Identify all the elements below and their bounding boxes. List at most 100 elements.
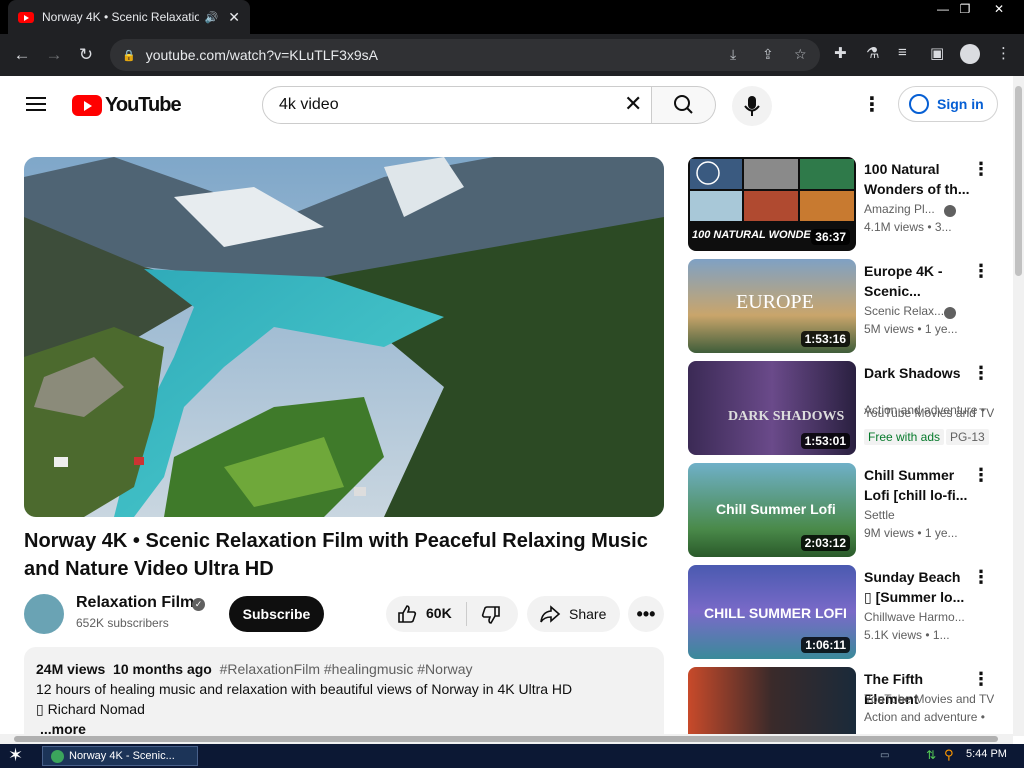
- voice-search-button[interactable]: [732, 86, 772, 126]
- recommendation-title[interactable]: Chill Summer Lofi [chill lo-fi...: [864, 465, 972, 505]
- logo-text: YouTube: [105, 94, 182, 116]
- forward-icon[interactable]: →: [38, 45, 70, 65]
- recommendation-item[interactable]: Chill Summer Lofi 2:03:12 Chill Summer L…: [688, 463, 1008, 557]
- duration-badge: 1:53:16: [800, 331, 850, 347]
- sign-in-button[interactable]: Sign in: [898, 86, 998, 122]
- search-input[interactable]: 4k video: [262, 86, 652, 124]
- share-label: Share: [569, 606, 607, 622]
- youtube-logo[interactable]: YouTube: [72, 94, 182, 117]
- recommendation-views: 5.1K views • 1...: [864, 628, 950, 642]
- video-thumbnail[interactable]: [688, 667, 856, 734]
- search-button[interactable]: [652, 86, 716, 124]
- video-thumbnail[interactable]: EUROPE 1:53:16: [688, 259, 856, 353]
- more-actions-button[interactable]: •••: [628, 596, 664, 632]
- verified-check-icon: [944, 307, 956, 319]
- like-dislike-group: 60K: [386, 596, 518, 632]
- browser-tab[interactable]: Norway 4K • Scenic Relaxation 🔊 ✕: [8, 0, 250, 34]
- description-box[interactable]: 24M views 10 months ago #RelaxationFilm …: [24, 647, 664, 747]
- duration-badge: 2:03:12: [800, 535, 850, 551]
- install-icon[interactable]: ⤓: [730, 46, 736, 63]
- hashtags[interactable]: #RelaxationFilm #healingmusic #Norway: [220, 661, 473, 677]
- channel-avatar[interactable]: [24, 594, 64, 634]
- clear-search-icon[interactable]: ✕: [624, 92, 642, 116]
- thumbs-up-icon[interactable]: [396, 603, 418, 625]
- taskbar-browser-button[interactable]: Norway 4K - Scenic...: [42, 746, 198, 766]
- verified-check-icon: ✓: [192, 598, 205, 611]
- description-line-2: ▯ Richard Nomad: [36, 701, 145, 717]
- restore-button[interactable]: ❐: [948, 0, 982, 18]
- start-star-icon[interactable]: ✶: [8, 745, 23, 765]
- kebab-menu-icon[interactable]: ⋮: [972, 261, 990, 282]
- extensions-icon[interactable]: ✚: [834, 44, 847, 62]
- network-tray-icon[interactable]: ⇅: [926, 748, 936, 762]
- share-button[interactable]: Share: [527, 596, 620, 632]
- video-thumbnail[interactable]: 100 NATURAL WONDE 36:37: [688, 157, 856, 251]
- recommendation-channel[interactable]: Settle: [864, 508, 994, 522]
- recommendation-channel[interactable]: Scenic Relax...: [864, 304, 994, 318]
- vertical-scroll-thumb[interactable]: [1015, 86, 1022, 276]
- recommendation-views: 9M views • 1 ye...: [864, 526, 958, 540]
- speaker-icon[interactable]: 🔊: [205, 11, 219, 24]
- channel-name[interactable]: Relaxation Film: [76, 594, 194, 612]
- recommendation-genre: Action and adventure •: [864, 403, 985, 417]
- youtube-favicon-icon: [18, 11, 34, 23]
- browser-app-icon: [51, 750, 64, 763]
- labs-flask-icon[interactable]: ⚗: [866, 44, 879, 62]
- hamburger-menu-icon[interactable]: [26, 97, 46, 111]
- recommendation-title[interactable]: Dark Shadows: [864, 363, 972, 383]
- keyboard-tray-icon[interactable]: ▭: [880, 750, 889, 761]
- description-meta: 24M views 10 months ago #RelaxationFilm …: [36, 659, 652, 679]
- reload-icon[interactable]: ↻: [70, 45, 102, 65]
- recommendation-item[interactable]: DARK SHADOWS 1:53:01 Dark Shadows YouTub…: [688, 361, 1008, 455]
- kebab-menu-icon[interactable]: ⋮: [972, 669, 990, 690]
- search-tray-icon[interactable]: ⚲: [944, 747, 954, 763]
- more-horizontal-icon: •••: [636, 603, 656, 624]
- share-page-icon[interactable]: ⇪: [762, 46, 774, 63]
- profile-icon[interactable]: [960, 44, 980, 64]
- recommendation-title[interactable]: Sunday Beach ▯ [Summer lo...: [864, 567, 972, 607]
- horizontal-scroll-thumb[interactable]: [14, 736, 998, 742]
- browser-menu-icon[interactable]: ⋮: [996, 44, 1011, 62]
- like-count[interactable]: 60K: [426, 605, 452, 621]
- video-thumbnail[interactable]: Chill Summer Lofi 2:03:12: [688, 463, 856, 557]
- video-player[interactable]: [24, 157, 664, 517]
- thumbnail-caption: Chill Summer Lofi: [716, 501, 836, 517]
- tab-close-icon[interactable]: ✕: [228, 9, 240, 26]
- recommendation-title[interactable]: Europe 4K - Scenic...: [864, 261, 972, 301]
- kebab-menu-icon[interactable]: ⋮: [972, 363, 990, 384]
- back-icon[interactable]: ←: [6, 45, 38, 65]
- bookmark-star-icon[interactable]: ☆: [794, 46, 807, 63]
- recommendation-channel[interactable]: Chillwave Harmo...: [864, 610, 994, 624]
- side-panel-icon[interactable]: ▣: [930, 44, 944, 62]
- view-count: 24M views: [36, 661, 106, 677]
- taskbar-app-label: Norway 4K - Scenic...: [69, 750, 175, 762]
- video-thumbnail[interactable]: CHILL SUMMER LOFI 1:06:11: [688, 565, 856, 659]
- video-frame-norway-fjord: [24, 157, 664, 517]
- thumbnail-caption: EUROPE: [736, 291, 814, 313]
- microphone-icon: [744, 96, 760, 116]
- kebab-menu-icon[interactable]: ⋮: [972, 567, 990, 588]
- recommendation-item[interactable]: The Fifth Element YouTube Movies and TV …: [688, 667, 1008, 734]
- recommendation-channel[interactable]: Amazing Pl...: [864, 202, 994, 216]
- recommendation-title[interactable]: 100 Natural Wonders of th...: [864, 159, 972, 199]
- subscribe-button[interactable]: Subscribe: [229, 596, 324, 632]
- recommendation-item[interactable]: CHILL SUMMER LOFI 1:06:11 Sunday Beach ▯…: [688, 565, 1008, 659]
- video-thumbnail[interactable]: DARK SHADOWS 1:53:01: [688, 361, 856, 455]
- kebab-menu-icon[interactable]: ⋮: [972, 465, 990, 486]
- recommendation-item[interactable]: EUROPE 1:53:16 Europe 4K - Scenic... Sce…: [688, 259, 1008, 353]
- thumbnail-caption: CHILL SUMMER LOFI: [704, 605, 847, 621]
- duration-badge: 1:06:11: [801, 637, 850, 653]
- close-window-button[interactable]: ✕: [982, 0, 1016, 18]
- thumbnail-caption: 100 NATURAL WONDE: [692, 229, 811, 241]
- recommendation-item[interactable]: 100 NATURAL WONDE 36:37 100 Natural Wond…: [688, 157, 1008, 251]
- subscriber-count: 652K subscribers: [76, 616, 169, 630]
- settings-more-icon[interactable]: ⋮: [862, 92, 882, 117]
- search-icon: [674, 95, 693, 114]
- recommendation-channel[interactable]: YouTube Movies and TV: [864, 692, 994, 706]
- media-queue-icon[interactable]: ≡: [898, 44, 907, 61]
- account-icon: [909, 94, 929, 114]
- kebab-menu-icon[interactable]: ⋮: [972, 159, 990, 180]
- address-bar[interactable]: 🔒 youtube.com/watch?v=KLuTLF3x9sA ⤓ ⇪ ☆: [110, 39, 820, 71]
- free-with-ads-badge: Free with ads: [864, 429, 945, 445]
- thumbs-down-icon[interactable]: [480, 604, 502, 626]
